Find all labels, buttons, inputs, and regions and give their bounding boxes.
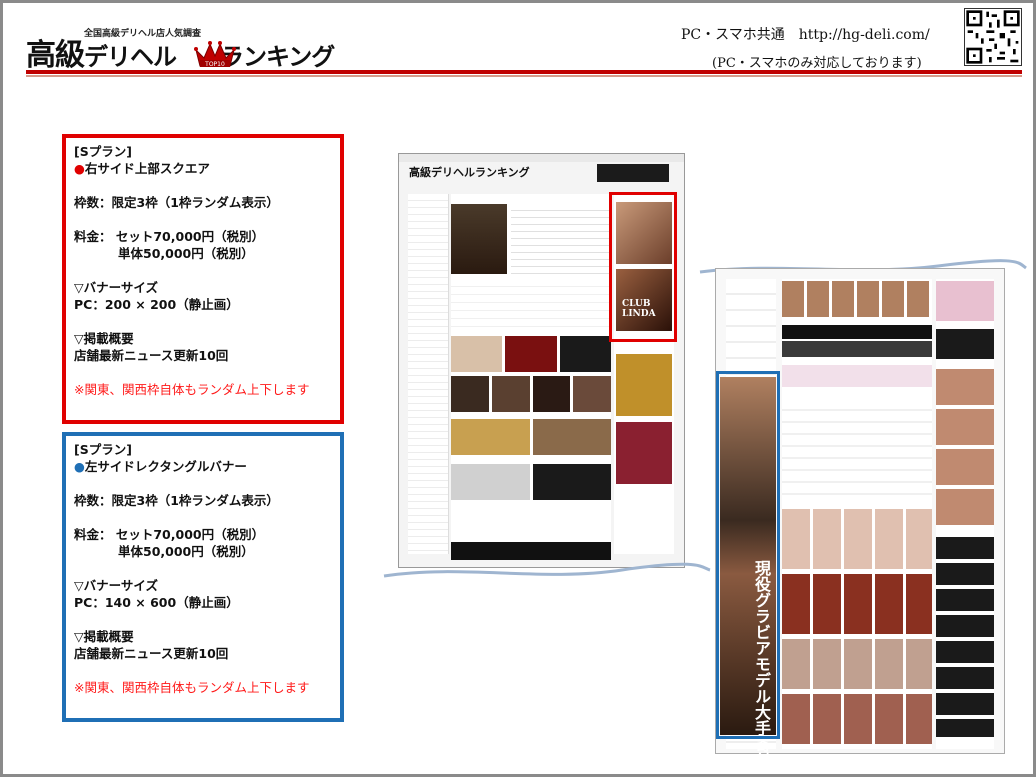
mock-right-banners (936, 537, 994, 737)
plan-price-set: 料金： セット70,000円（税別） (74, 229, 265, 244)
torn-edge-wave (383, 562, 711, 578)
mock-photo-grid (782, 694, 932, 744)
plan-content-heading: ▽掲載概要 (74, 629, 134, 644)
mock-listing (782, 399, 932, 499)
mock-sidebar (408, 194, 449, 554)
mock-footer (451, 542, 611, 560)
red-dot-icon: ● (74, 161, 85, 176)
highlight-frame-blue (716, 371, 780, 739)
mock-section-title (782, 365, 932, 387)
mock-photo-row (451, 376, 611, 412)
device-note: (PC・スマホのみ対応しております) (712, 56, 922, 71)
plan-box-left-rectangle: [Sプラン] ●左サイドレクタングルバナー 枠数：限定3枠（1枠ランダム表示） … (62, 432, 344, 722)
plan-size-value: PC：200 × 200（静止画） (74, 297, 239, 312)
plan-name: ●右サイド上部スクエア (74, 161, 210, 176)
plan-size-heading: ▽バナーサイズ (74, 280, 158, 295)
plan-size-value: PC：140 × 600（静止画） (74, 595, 239, 610)
site-screenshot-right-square: 高級デリヘルランキング CLUB LINDA (398, 153, 685, 568)
mock-ad-row (451, 464, 611, 500)
plan-title: [Sプラン] (74, 144, 132, 159)
mock-photo-strip (782, 281, 932, 317)
plan-slots: 枠数：限定3枠（1枠ランダム表示） (74, 195, 279, 210)
plan-content-value: 店舗最新ニュース更新10回 (74, 646, 229, 661)
plan-note: ※関東、関西枠自体もランダム上下します (74, 680, 310, 695)
plan-price-single: 単体50,000円（税別） (118, 544, 254, 559)
plan-price-single: 単体50,000円（税別） (118, 246, 254, 261)
plan-title: [Sプラン] (74, 442, 132, 457)
mock-topbar (399, 154, 684, 162)
plan-content-heading: ▽掲載概要 (74, 331, 134, 346)
plan-size-heading: ▽バナーサイズ (74, 578, 158, 593)
mock-right-banner (936, 281, 994, 321)
mock-square-banner (616, 354, 672, 416)
blue-dot-icon: ● (74, 459, 85, 474)
plan-content-value: 店舗最新ニュース更新10回 (74, 348, 229, 363)
mock-news-image (451, 204, 507, 274)
plan-price-set: 料金： セット70,000円（税別） (74, 527, 265, 542)
mock-ad-row (451, 419, 611, 455)
plan-note: ※関東、関西枠自体もランダム上下します (74, 382, 310, 397)
mock-news-text (511, 204, 611, 274)
mock-header-banner (597, 164, 669, 182)
mock-square-banner (616, 422, 672, 484)
qr-code-icon (964, 8, 1022, 66)
mock-photo-grid (782, 639, 932, 689)
mock-news-list (451, 279, 611, 329)
header-divider-shadow (26, 75, 1022, 77)
plan-box-right-square: [Sプラン] ●右サイド上部スクエア 枠数：限定3枠（1枠ランダム表示） 料金：… (62, 134, 344, 424)
header-divider (26, 70, 1022, 74)
logo-badge: TOP10 (204, 61, 225, 68)
site-logo: 全国高級デリヘル店人気調査 高級デリヘル ランキング TOP10 (26, 22, 346, 73)
logo-title: 高級デリヘル ランキング (26, 38, 335, 73)
plan-name: ●左サイドレクタングルバナー (74, 459, 247, 474)
mock-right-banner (936, 329, 994, 359)
mock-banner-row (451, 336, 611, 372)
crown-icon: TOP10 (194, 41, 236, 68)
mock-photo-grid (782, 574, 932, 634)
site-url[interactable]: PC・スマホ共通 http://hg-deli.com/ (681, 24, 930, 44)
highlight-frame-red (609, 192, 677, 342)
mock-site-title: 高級デリヘルランキング (409, 166, 530, 179)
mock-dark-banner (782, 325, 932, 339)
plan-slots: 枠数：限定3枠（1枠ランダム表示） (74, 493, 279, 508)
mock-right-banners (936, 369, 994, 529)
mock-photo-grid (782, 509, 932, 569)
mock-dark-banner (782, 341, 932, 357)
